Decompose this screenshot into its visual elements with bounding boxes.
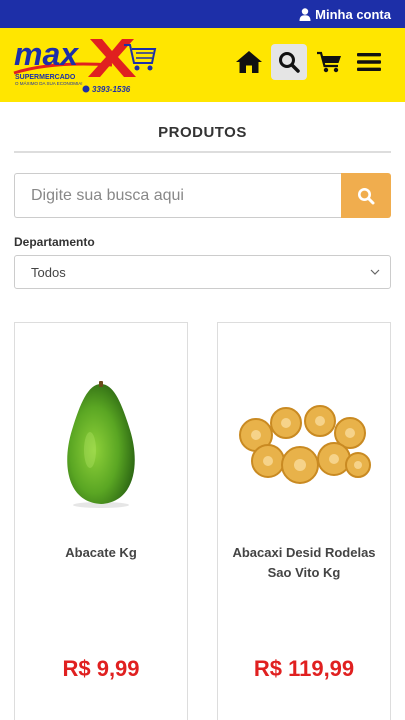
user-icon xyxy=(299,7,311,21)
chevron-down-icon xyxy=(370,269,380,275)
top-bar: Minha conta xyxy=(0,0,405,28)
product-grid: Abacate Kg R$ 9,99 Abacaxi Desid Rodelas… xyxy=(14,322,391,720)
account-link[interactable]: Minha conta xyxy=(299,7,391,22)
logo-sub: SUPERMERCADO xyxy=(15,74,76,81)
product-price: R$ 9,99 xyxy=(62,656,140,681)
site-header: max SUPERMERCADO O MÁXIMO DA SUA ECONOMI… xyxy=(0,28,405,102)
dried-pineapple-rings-image xyxy=(239,405,371,484)
product-image-dried-pineapple[interactable] xyxy=(218,345,390,545)
search-icon xyxy=(358,187,375,204)
logo-phone: 3393-1536 xyxy=(92,85,131,94)
home-button[interactable] xyxy=(231,44,267,80)
avocado-image xyxy=(67,381,135,508)
cart-button[interactable] xyxy=(311,44,347,80)
cart-icon xyxy=(317,51,341,73)
hamburger-menu-icon xyxy=(357,53,381,71)
product-name[interactable]: Abacaxi Desid Rodelas Sao Vito Kg xyxy=(218,543,390,583)
logo-graphic: max SUPERMERCADO O MÁXIMO DA SUA ECONOMI… xyxy=(13,36,157,94)
menu-button[interactable] xyxy=(351,44,387,80)
product-card[interactable]: Abacaxi Desid Rodelas Sao Vito Kg R$ 119… xyxy=(217,322,391,720)
search-input[interactable] xyxy=(14,173,341,218)
home-icon xyxy=(236,51,262,73)
product-card[interactable]: Abacate Kg R$ 9,99 xyxy=(14,322,188,720)
account-label: Minha conta xyxy=(315,6,391,22)
page-title-section: PRODUTOS xyxy=(14,124,391,153)
search-bar xyxy=(14,173,391,218)
search-button[interactable] xyxy=(341,173,391,218)
product-price: R$ 119,99 xyxy=(253,656,355,681)
page-title: PRODUTOS xyxy=(158,124,247,141)
search-icon xyxy=(279,52,300,73)
product-image-avocado[interactable] xyxy=(15,345,187,545)
search-toggle-button[interactable] xyxy=(271,44,307,80)
logo-tagline: O MÁXIMO DA SUA ECONOMIA! xyxy=(15,80,83,86)
department-select[interactable]: Todos xyxy=(14,255,391,289)
department-selected-value: Todos xyxy=(31,264,66,280)
header-actions xyxy=(227,44,387,80)
department-label: Departamento xyxy=(14,235,95,249)
product-name[interactable]: Abacate Kg xyxy=(15,543,187,563)
logo-word: max xyxy=(14,36,79,72)
store-logo[interactable]: max SUPERMERCADO O MÁXIMO DA SUA ECONOMI… xyxy=(12,35,157,95)
